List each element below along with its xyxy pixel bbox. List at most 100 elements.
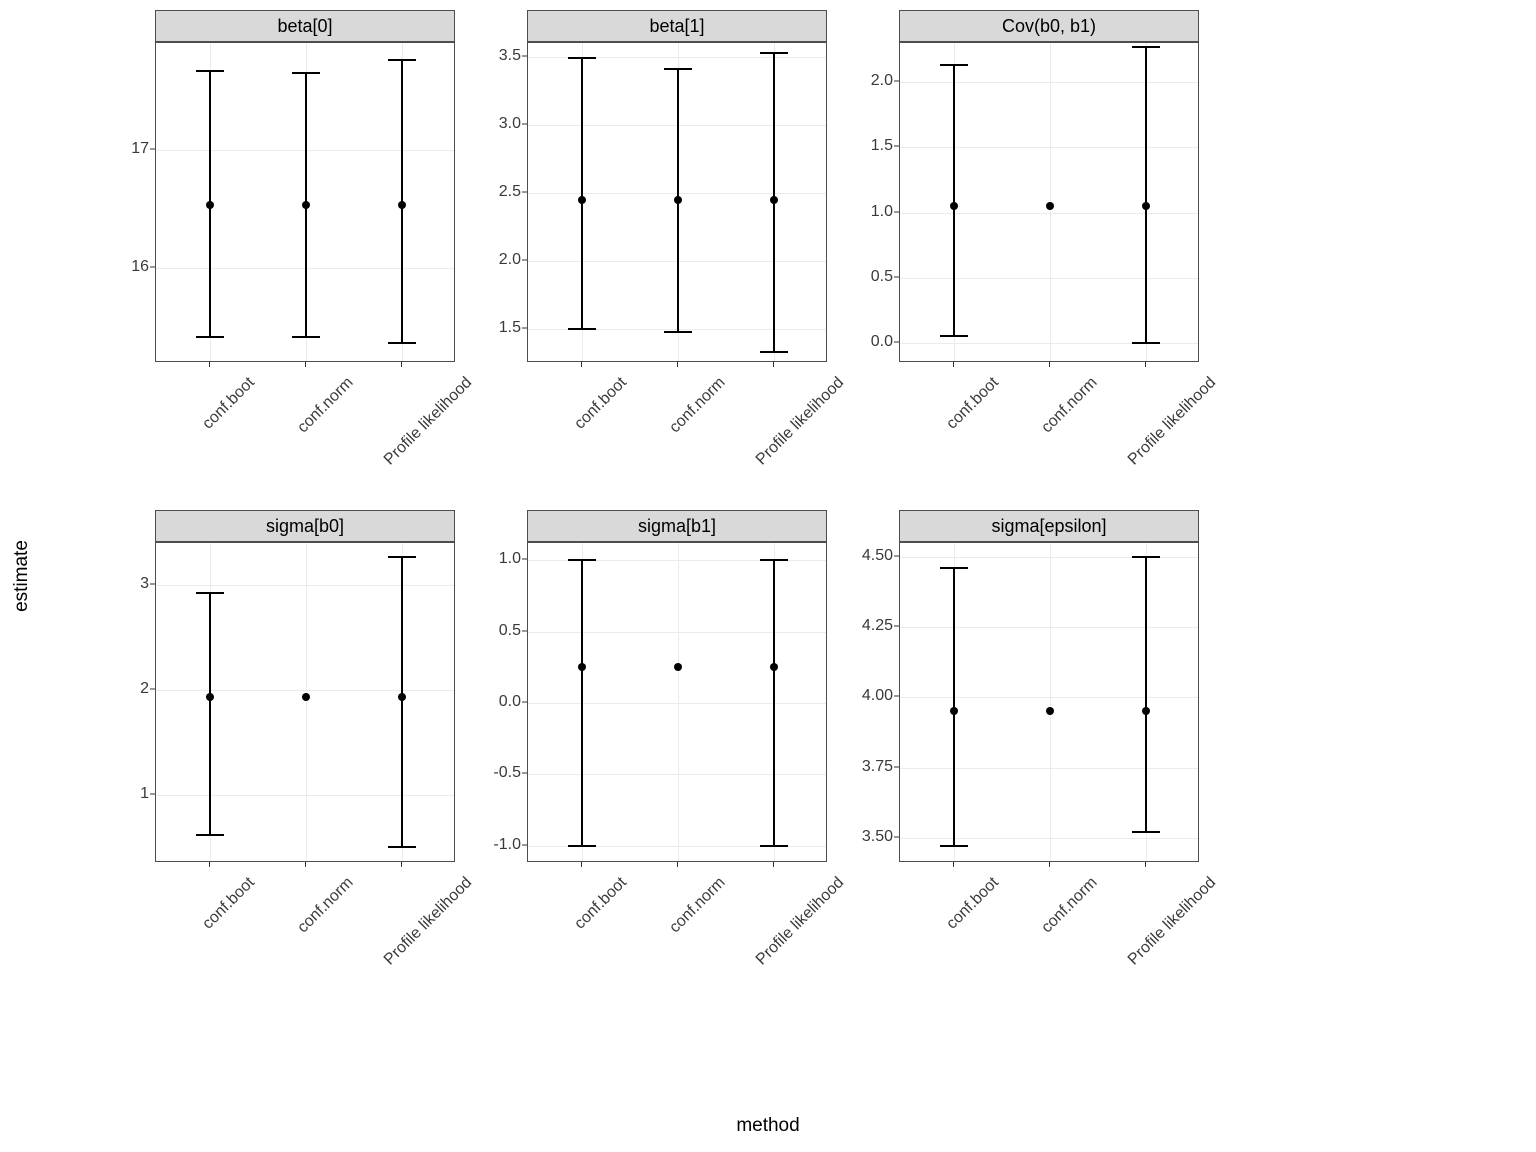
gridline [900, 838, 1198, 839]
x-tick-label: conf.boot [943, 374, 1002, 433]
errorbar [401, 557, 403, 848]
x-ticks: conf.bootconf.normProfile likelihood [899, 362, 1199, 482]
x-tick-mark [401, 862, 402, 867]
data-point [950, 707, 958, 715]
facet-panel: beta[0]1617conf.bootconf.normProfile lik… [95, 10, 467, 510]
gridline [156, 585, 454, 586]
errorbar-cap [388, 846, 416, 848]
gridline [156, 795, 454, 796]
data-point [206, 201, 214, 209]
plot-area [527, 542, 827, 862]
errorbar-cap [664, 331, 692, 333]
y-tick-label: 2.0 [839, 72, 893, 90]
x-tick-mark [677, 362, 678, 367]
errorbar-cap [568, 845, 596, 847]
gridline [156, 690, 454, 691]
x-tick-mark [209, 362, 210, 367]
y-tick-label: 4.00 [839, 687, 893, 705]
y-tick-label: 1.5 [839, 137, 893, 155]
x-tick-mark [773, 362, 774, 367]
plot-area [899, 42, 1199, 362]
x-tick-label: conf.norm [1038, 874, 1101, 937]
plot-area [155, 42, 455, 362]
x-tick-mark [953, 862, 954, 867]
y-tick-mark [894, 211, 899, 212]
y-tick-label: 2 [95, 680, 149, 698]
errorbar-cap [664, 68, 692, 70]
y-tick-label: 3.0 [467, 115, 521, 133]
y-tick-mark [894, 146, 899, 147]
y-tick-mark [522, 191, 527, 192]
x-tick-label: Profile likelihood [753, 874, 848, 969]
errorbar-cap [292, 72, 320, 74]
y-tick-label: 1.5 [467, 319, 521, 337]
data-point [302, 693, 310, 701]
errorbar-cap [1132, 556, 1160, 558]
gridline [900, 82, 1198, 83]
errorbar-cap [940, 64, 968, 66]
gridline [306, 543, 307, 861]
y-tick-mark [522, 702, 527, 703]
x-ticks: conf.bootconf.normProfile likelihood [899, 862, 1199, 982]
y-tick-mark [522, 630, 527, 631]
y-tick-mark [522, 123, 527, 124]
data-point [770, 663, 778, 671]
errorbar-cap [940, 567, 968, 569]
gridline [1050, 543, 1051, 861]
errorbar-cap [388, 59, 416, 61]
y-tick-label: 1 [95, 785, 149, 803]
data-point [770, 196, 778, 204]
x-tick-label: conf.boot [199, 874, 258, 933]
data-point [1046, 202, 1054, 210]
x-tick-label: conf.boot [199, 374, 258, 433]
x-tick-mark [1049, 362, 1050, 367]
errorbar-cap [760, 52, 788, 54]
x-tick-mark [581, 862, 582, 867]
data-point [302, 201, 310, 209]
y-tick-label: 0.5 [467, 622, 521, 640]
x-ticks: conf.bootconf.normProfile likelihood [155, 362, 455, 482]
y-tick-label: 4.25 [839, 617, 893, 635]
x-tick-mark [305, 362, 306, 367]
x-tick-label: conf.norm [1038, 374, 1101, 437]
x-tick-mark [773, 862, 774, 867]
x-tick-mark [305, 862, 306, 867]
errorbar-cap [196, 592, 224, 594]
y-tick-mark [150, 267, 155, 268]
gridline [900, 213, 1198, 214]
x-tick-mark [1049, 862, 1050, 867]
y-tick-label: -1.0 [467, 836, 521, 854]
errorbar-cap [196, 834, 224, 836]
facet-panel: sigma[epsilon]3.503.754.004.254.50conf.b… [839, 510, 1211, 1010]
facet-strip: sigma[b1] [527, 510, 827, 542]
data-point [206, 693, 214, 701]
y-tick-mark [150, 688, 155, 689]
errorbar-cap [940, 845, 968, 847]
errorbar-cap [760, 351, 788, 353]
facet-strip: beta[0] [155, 10, 455, 42]
y-tick-label: 2.5 [467, 183, 521, 201]
y-tick-mark [894, 556, 899, 557]
x-tick-label: Profile likelihood [1125, 874, 1220, 969]
gridline [900, 768, 1198, 769]
x-tick-mark [677, 862, 678, 867]
data-point [1142, 707, 1150, 715]
errorbar-cap [940, 335, 968, 337]
x-axis-title: method [736, 1115, 799, 1137]
gridline [900, 697, 1198, 698]
y-tick-label: 4.50 [839, 547, 893, 565]
data-point [1046, 707, 1054, 715]
y-tick-mark [522, 327, 527, 328]
plot-area [527, 42, 827, 362]
x-tick-label: Profile likelihood [381, 374, 476, 469]
plot-area [155, 542, 455, 862]
y-tick-mark [522, 844, 527, 845]
y-tick-mark [150, 583, 155, 584]
y-tick-mark [522, 55, 527, 56]
gridline [900, 627, 1198, 628]
x-ticks: conf.bootconf.normProfile likelihood [527, 362, 827, 482]
y-tick-mark [522, 259, 527, 260]
x-tick-label: conf.boot [943, 874, 1002, 933]
errorbar-cap [760, 559, 788, 561]
gridline [678, 543, 679, 861]
